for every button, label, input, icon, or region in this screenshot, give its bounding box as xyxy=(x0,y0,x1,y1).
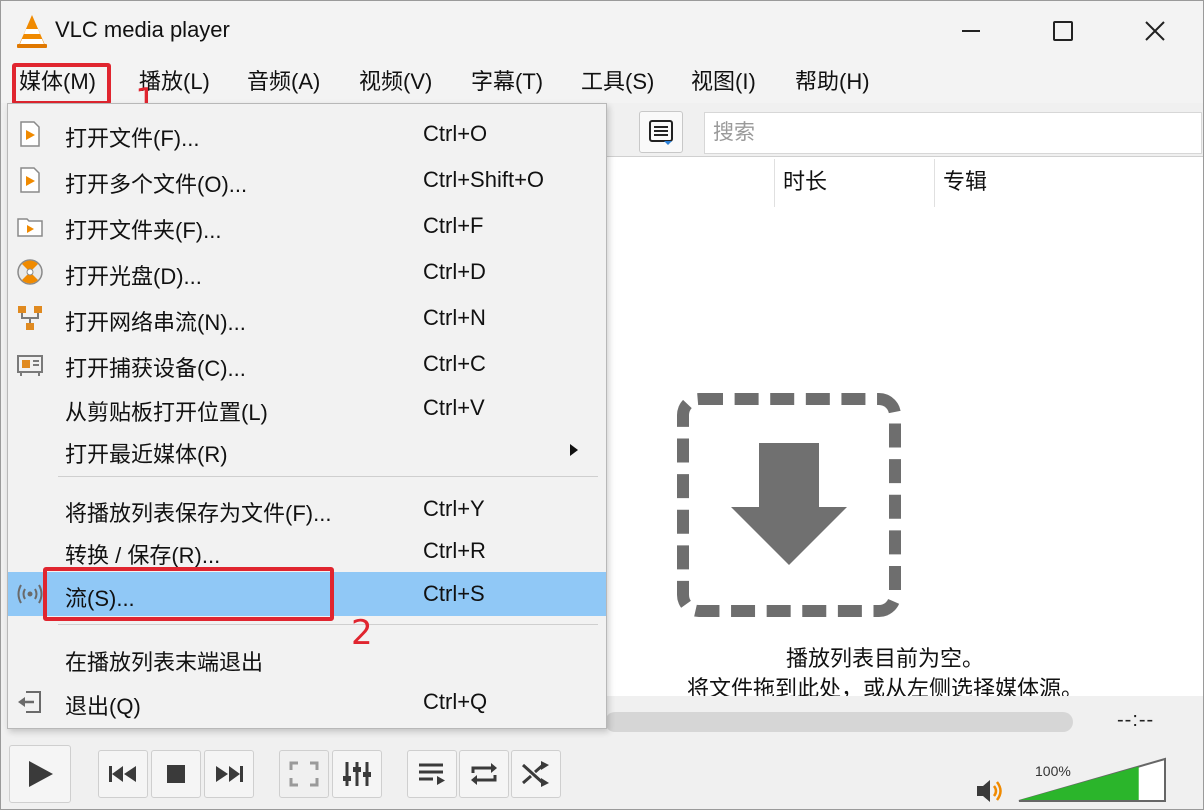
capture-card-icon xyxy=(17,355,43,376)
menu-video[interactable]: 视频(V) xyxy=(353,67,438,97)
equalizer-icon xyxy=(343,762,371,786)
menu-item-open-capture[interactable]: 打开捕获设备(C)... Ctrl+C xyxy=(8,342,606,386)
search-input[interactable]: 搜索 xyxy=(704,112,1202,154)
menu-item-open-multiple[interactable]: 打开多个文件(O)... Ctrl+Shift+O xyxy=(8,158,606,202)
previous-button[interactable] xyxy=(98,750,148,798)
highlight-box-step1 xyxy=(12,63,111,105)
maximize-button[interactable] xyxy=(1017,1,1109,61)
column-divider xyxy=(774,159,775,207)
menu-item-open-disc[interactable]: 打开光盘(D)... Ctrl+D xyxy=(8,250,606,294)
submenu-arrow-icon xyxy=(570,444,578,456)
menu-item-shortcut: Ctrl+F xyxy=(423,213,484,238)
next-icon xyxy=(216,766,243,782)
menu-item-open-clipboard[interactable]: 从剪贴板打开位置(L) Ctrl+V xyxy=(8,386,606,430)
highlight-box-step2 xyxy=(43,567,334,621)
vlc-window: VLC media player 媒体(M) 播放(L) 音频(A) 视频(V)… xyxy=(0,0,1204,810)
menu-item-label: 打开文件夹(F)... xyxy=(65,218,222,243)
menu-item-label: 将播放列表保存为文件(F)... xyxy=(65,501,332,526)
menu-item-label: 打开最近媒体(R) xyxy=(65,442,228,467)
menu-item-shortcut: Ctrl+N xyxy=(423,305,486,330)
next-button[interactable] xyxy=(204,750,254,798)
menu-item-label: 打开文件(F)... xyxy=(65,126,200,151)
file-play-icon xyxy=(20,121,40,147)
time-display: --:-- xyxy=(1117,709,1155,731)
media-menu-dropdown: 打开文件(F)... Ctrl+O 打开多个文件(O)... Ctrl+Shif… xyxy=(7,103,607,729)
column-header-duration[interactable]: 时长 xyxy=(783,156,827,208)
menu-item-open-file[interactable]: 打开文件(F)... Ctrl+O xyxy=(8,112,606,156)
vlc-cone-icon xyxy=(17,15,47,48)
menu-audio[interactable]: 音频(A) xyxy=(241,67,326,97)
minimize-icon xyxy=(962,30,980,32)
disc-icon xyxy=(17,259,43,285)
volume-slider[interactable] xyxy=(1017,757,1167,803)
playlist-icon xyxy=(419,763,445,785)
stop-icon xyxy=(167,765,185,783)
menu-item-shortcut: Ctrl+C xyxy=(423,351,486,376)
menu-help[interactable]: 帮助(H) xyxy=(789,67,876,97)
close-button[interactable] xyxy=(1109,1,1201,61)
menu-tools[interactable]: 工具(S) xyxy=(575,67,660,97)
menu-item-recent-media[interactable]: 打开最近媒体(R) xyxy=(8,428,606,472)
menu-item-open-network[interactable]: 打开网络串流(N)... Ctrl+N xyxy=(8,296,606,340)
stop-button[interactable] xyxy=(151,750,201,798)
menu-separator xyxy=(58,476,598,477)
menu-item-shortcut: Ctrl+O xyxy=(423,121,488,146)
menu-item-shortcut: Ctrl+R xyxy=(423,538,486,563)
loop-button[interactable] xyxy=(459,750,509,798)
menu-item-label: 在播放列表末端退出 xyxy=(65,650,264,675)
close-icon xyxy=(1145,21,1165,41)
menu-item-label: 打开捕获设备(C)... xyxy=(65,356,246,381)
file-play-icon xyxy=(20,167,40,193)
shuffle-button[interactable] xyxy=(511,750,561,798)
previous-icon xyxy=(109,766,136,782)
menu-item-save-playlist[interactable]: 将播放列表保存为文件(F)... Ctrl+Y xyxy=(8,487,606,531)
title-bar: VLC media player xyxy=(1,1,1203,61)
menu-item-label: 打开多个文件(O)... xyxy=(65,172,248,197)
stream-icon xyxy=(17,584,43,604)
window-title: VLC media player xyxy=(55,17,230,42)
empty-playlist-title: 播放列表目前为空。 xyxy=(785,646,984,671)
fullscreen-button[interactable] xyxy=(279,750,329,798)
menu-view[interactable]: 视图(I) xyxy=(685,67,762,97)
playlist-toggle-button[interactable] xyxy=(407,750,457,798)
step-number-2: 2 xyxy=(351,613,373,653)
exit-icon xyxy=(18,691,41,713)
menu-item-label: 打开网络串流(N)... xyxy=(65,310,246,335)
menu-item-quit-at-end[interactable]: 在播放列表末端退出 xyxy=(8,636,606,680)
column-header-album[interactable]: 专辑 xyxy=(943,156,987,208)
menu-item-shortcut: Ctrl+V xyxy=(423,395,485,420)
menu-separator xyxy=(58,624,598,625)
folder-play-icon xyxy=(17,218,43,237)
seek-slider[interactable] xyxy=(605,712,1073,732)
menu-item-shortcut: Ctrl+Q xyxy=(423,689,488,714)
menu-item-quit[interactable]: 退出(Q) Ctrl+Q xyxy=(8,680,606,724)
shuffle-icon xyxy=(521,761,549,787)
minimize-button[interactable] xyxy=(925,1,1017,61)
menu-item-shortcut: Ctrl+Shift+O xyxy=(423,167,545,192)
menu-subtitle[interactable]: 字幕(T) xyxy=(465,67,549,97)
column-divider xyxy=(934,159,935,207)
maximize-icon xyxy=(1053,21,1073,41)
menu-bar: 媒体(M) 播放(L) 音频(A) 视频(V) 字幕(T) 工具(S) 视图(I… xyxy=(1,61,1203,103)
menu-item-shortcut: Ctrl+D xyxy=(423,259,486,284)
list-view-icon xyxy=(649,120,673,145)
menu-item-shortcut: Ctrl+S xyxy=(423,581,485,606)
playlist-view-button[interactable] xyxy=(639,111,683,153)
extended-settings-button[interactable] xyxy=(332,750,382,798)
menu-item-open-folder[interactable]: 打开文件夹(F)... Ctrl+F xyxy=(8,204,606,248)
menu-item-label: 从剪贴板打开位置(L) xyxy=(65,400,268,425)
empty-playlist-hint: 将文件拖到此处，或从左侧选择媒体源。 xyxy=(686,676,1083,696)
menu-item-label: 退出(Q) xyxy=(65,694,141,719)
play-icon xyxy=(29,761,53,787)
menu-item-label: 转换 / 保存(R)... xyxy=(65,543,221,568)
menu-item-label: 打开光盘(D)... xyxy=(65,264,202,289)
loop-icon xyxy=(471,763,497,785)
menu-item-shortcut: Ctrl+Y xyxy=(423,496,485,521)
network-icon xyxy=(18,306,42,330)
play-button[interactable] xyxy=(9,745,71,803)
fullscreen-icon xyxy=(289,761,319,787)
download-arrow-icon xyxy=(731,443,847,565)
volume-speaker-icon[interactable] xyxy=(975,777,1005,805)
